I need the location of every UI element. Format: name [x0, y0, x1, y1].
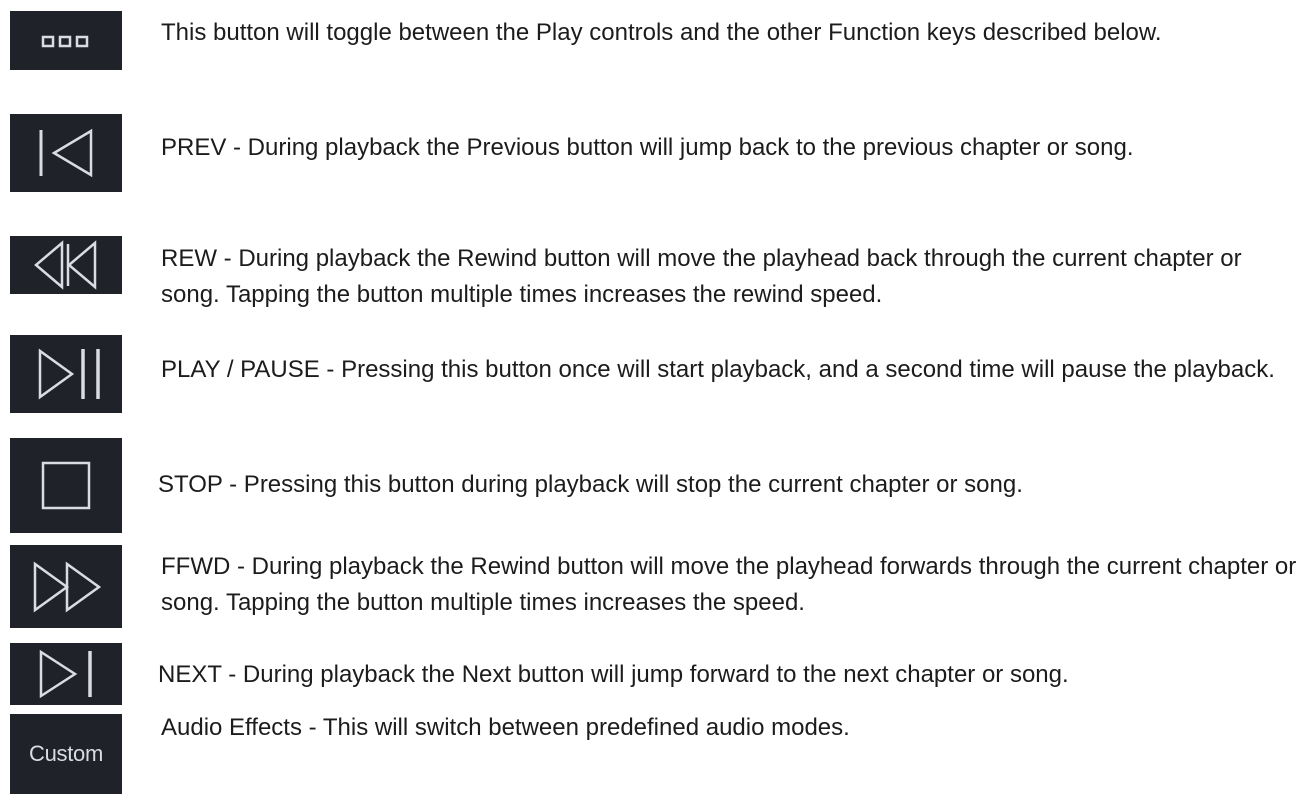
fast-forward-icon: [10, 545, 122, 628]
function-description: STOP - Pressing this button during playb…: [158, 471, 1023, 498]
play-pause-icon: [10, 335, 122, 413]
custom-audio-effects-icon: Custom: [10, 714, 122, 794]
custom-icon-label: Custom: [29, 741, 103, 766]
stop-icon: [10, 438, 122, 533]
function-description: This button will toggle between the Play…: [161, 19, 1162, 46]
next-track-icon: [10, 643, 122, 705]
function-description: PLAY / PAUSE - Pressing this button once…: [161, 356, 1275, 383]
previous-track-icon: [10, 114, 122, 192]
function-description: Audio Effects - This will switch between…: [161, 714, 850, 741]
function-description: REW - During playback the Rewind button …: [161, 245, 1242, 308]
function-description: NEXT - During playback the Next button w…: [158, 661, 1069, 688]
function-description: PREV - During playback the Previous butt…: [161, 134, 1134, 161]
rewind-icon: [10, 236, 122, 294]
function-description: FFWD - During playback the Rewind button…: [161, 553, 1297, 616]
more-dots-icon: [10, 11, 122, 70]
